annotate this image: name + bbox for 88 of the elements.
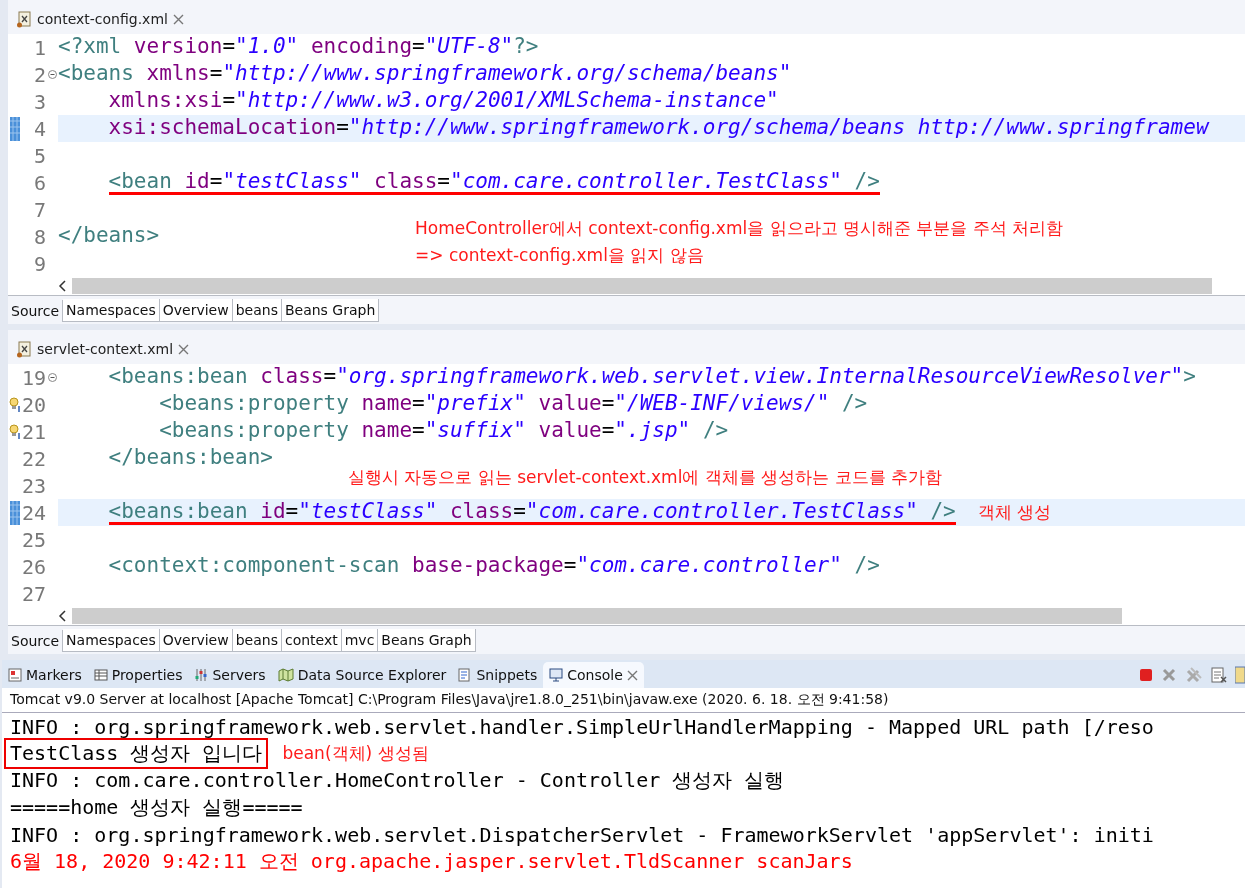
annotation-note: 실행시 자동으로 읽는 servlet-context.xml에 객체를 생성하는 코드를 추가함 xyxy=(348,466,942,489)
scroll-left-icon[interactable] xyxy=(58,610,68,622)
page-tab[interactable]: beans xyxy=(232,299,282,322)
page-tab[interactable]: Source xyxy=(8,630,64,652)
console-output-line: INFO : org.springframework.web.servlet.handler.SimpleUrlHandlerMapping - Mapped URL path [/reso xyxy=(10,714,1154,739)
page-tab[interactable]: Overview xyxy=(159,299,233,322)
view-tab-label[interactable]: Data Source Explorer xyxy=(297,667,447,683)
line-number: 8 xyxy=(32,224,46,249)
close-icon[interactable] xyxy=(178,343,190,355)
code-line: </beans> xyxy=(58,224,160,249)
xml-file-icon xyxy=(16,10,32,28)
file-tab-label[interactable]: servlet-context.xml xyxy=(37,341,174,357)
page-tab[interactable]: context xyxy=(281,629,342,652)
line-number: 2 xyxy=(32,62,46,87)
annotation-note: bean(객체) 생성됨 xyxy=(282,742,429,765)
console-output-line: INFO : org.springframework.web.servlet.DispatcherServlet - FrameworkServlet 'appServlet': initi xyxy=(10,822,1154,847)
line-number: 4 xyxy=(32,116,46,141)
close-icon[interactable] xyxy=(626,669,638,681)
view-tab-label[interactable]: Properties xyxy=(111,667,183,683)
page-tab[interactable]: Beans Graph xyxy=(281,299,380,322)
code-line: <beans:property name="suffix" value=".jsp" /> xyxy=(159,419,729,444)
line-number: 7 xyxy=(32,197,46,222)
process-label: Tomcat v9.0 Server at localhost [Apache Tomcat] C:\Program Files\Java\jre1.8.0_251\bin\javaw.exe (2020. 6. 18. 오전 9:41:58) xyxy=(2,688,1245,713)
view-tab[interactable]: Markers xyxy=(2,662,88,688)
view-tab-label[interactable]: Servers xyxy=(212,667,266,683)
close-icon[interactable] xyxy=(172,13,184,25)
view-tab-label[interactable]: Snippets xyxy=(476,667,538,683)
fold-icon[interactable] xyxy=(47,373,57,382)
code-line: <beans:property name="prefix" value="/WEB-INF/views/" /> xyxy=(159,392,868,417)
file-tab-label[interactable]: context-config.xml xyxy=(37,11,168,27)
console-output-line: =====home 생성자 실행===== xyxy=(10,794,303,821)
page-tab[interactable]: Beans Graph xyxy=(378,629,476,652)
code-line: xsi:schemaLocation="http://www.springframework.org/schema/beans http://www.springframew xyxy=(108,116,1209,141)
scroll-left-icon[interactable] xyxy=(58,280,68,292)
code-line: <beans xmlns="http://www.springframework.org/schema/beans" xyxy=(58,62,792,87)
line-number: 9 xyxy=(32,251,46,276)
line-number: 27 xyxy=(22,581,46,606)
code-line: </beans:bean> xyxy=(108,446,273,471)
page-tab[interactable]: Source xyxy=(8,300,64,322)
view-tab-label[interactable]: Console xyxy=(567,667,623,683)
lightbulb-icon xyxy=(9,396,21,413)
page-tab[interactable]: mvc xyxy=(341,629,379,652)
annotation-note: 객체 생성 xyxy=(977,501,1052,524)
annotation-note: => context-config.xml을 읽지 않음 xyxy=(415,244,704,267)
view-tab[interactable]: Snippets xyxy=(452,662,544,688)
stop-icon[interactable] xyxy=(1139,668,1153,682)
line-number: 21 xyxy=(22,419,46,444)
page-tab[interactable]: beans xyxy=(232,629,282,652)
fold-icon[interactable] xyxy=(47,70,57,79)
line-number: 24 xyxy=(22,500,46,525)
page-tab[interactable]: Namespaces xyxy=(63,299,160,322)
page-tab[interactable]: Overview xyxy=(159,629,233,652)
bookmark-marker-icon xyxy=(10,116,20,141)
map-icon xyxy=(277,668,294,682)
code-line: xmlns:xsi="http://www.w3.org/2001/XMLSchema-instance" xyxy=(108,89,779,114)
scrollbar-thumb[interactable] xyxy=(72,608,1122,624)
lightbulb-icon xyxy=(9,423,21,440)
code-line: <?xml version="1.0" encoding="UTF-8"?> xyxy=(58,35,539,60)
code-line: <context:component-scan base-package="com.care.controller" /> xyxy=(108,554,880,579)
line-number: 26 xyxy=(22,554,46,579)
line-number: 1 xyxy=(32,35,46,60)
table-icon xyxy=(93,668,108,682)
clear-console-icon[interactable] xyxy=(1211,667,1227,683)
page-tab[interactable]: Namespaces xyxy=(63,629,160,652)
remove-icon[interactable] xyxy=(1161,667,1177,683)
line-number: 3 xyxy=(32,89,46,114)
line-number: 6 xyxy=(32,170,46,195)
line-number: 22 xyxy=(22,446,46,471)
line-number: 20 xyxy=(22,392,46,417)
console-output-line: INFO : com.care.controller.HomeController - Controller 생성자 실행 xyxy=(10,767,785,794)
snippets-icon xyxy=(458,668,473,682)
line-number: 5 xyxy=(32,143,46,168)
view-tab-label[interactable]: Markers xyxy=(26,667,82,683)
bookmark-marker-icon xyxy=(10,500,20,525)
view-tab[interactable]: Properties xyxy=(87,662,189,688)
line-number: 25 xyxy=(22,527,46,552)
view-tab[interactable]: Console xyxy=(543,662,644,688)
monitor-icon xyxy=(549,668,564,682)
console-output-line: 6월 18, 2020 9:42:11 오전 org.apache.jasper.servlet.TldScanner scanJars xyxy=(10,848,853,875)
scrollbar-thumb[interactable] xyxy=(72,278,1212,294)
xml-file-icon xyxy=(16,340,32,358)
line-number: 23 xyxy=(22,473,46,498)
code-line: <beans:bean class="org.springframework.web.servlet.view.InternalResourceViewResolver"> xyxy=(108,365,1196,390)
view-tab[interactable]: Servers xyxy=(188,662,272,688)
view-tab[interactable]: Data Source Explorer xyxy=(271,662,453,688)
sliders-icon xyxy=(194,668,209,682)
annotation-note: HomeController에서 context-config.xml을 읽으라고 명시해준 부분을 주석 처리함 xyxy=(415,217,1064,240)
line-number: 19 xyxy=(22,365,46,390)
